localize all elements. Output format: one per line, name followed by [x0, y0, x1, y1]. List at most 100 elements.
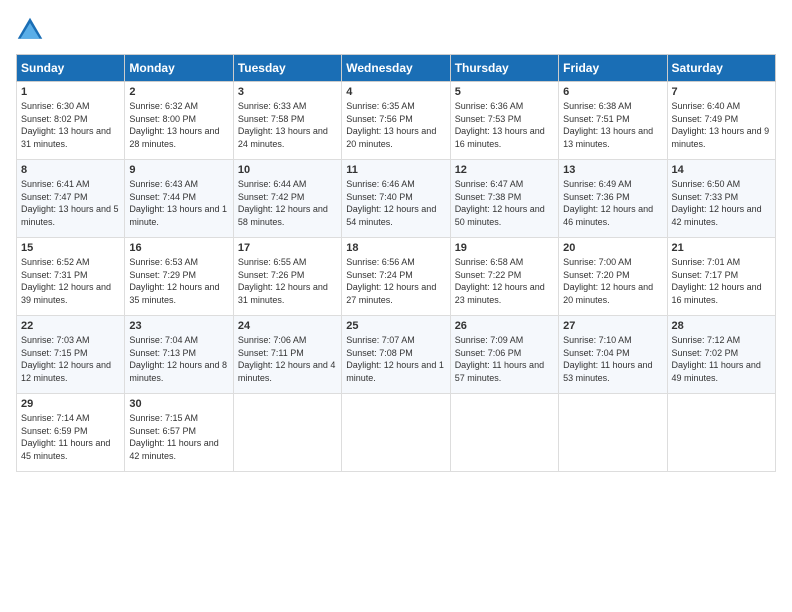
calendar-cell: 28 Sunrise: 7:12 AMSunset: 7:02 PMDayligh… [667, 316, 775, 394]
calendar-cell: 1Sunrise: 6:30 AMSunset: 8:02 PMDaylight… [17, 82, 125, 160]
cell-info: Sunrise: 6:46 AMSunset: 7:40 PMDaylight:… [346, 178, 445, 228]
calendar-cell: 24Sunrise: 7:06 AMSunset: 7:11 PMDayligh… [233, 316, 341, 394]
calendar-cell: 9 Sunrise: 6:43 AMSunset: 7:44 PMDaylight… [125, 160, 233, 238]
calendar-cell [342, 394, 450, 472]
calendar-cell: 4 Sunrise: 6:35 AMSunset: 7:56 PMDaylight… [342, 82, 450, 160]
day-number: 23 [129, 320, 228, 332]
calendar-cell: 27 Sunrise: 7:10 AMSunset: 7:04 PMDayligh… [559, 316, 667, 394]
page-container: SundayMondayTuesdayWednesdayThursdayFrid… [0, 0, 792, 480]
cell-info: Sunrise: 6:47 AMSunset: 7:38 PMDaylight:… [455, 178, 554, 228]
cell-info: Sunrise: 6:41 AMSunset: 7:47 PMDaylight:… [21, 178, 120, 228]
day-number: 16 [129, 242, 228, 254]
calendar-cell: 2Sunrise: 6:32 AMSunset: 8:00 PMDaylight… [125, 82, 233, 160]
cell-info: Sunrise: 6:50 AMSunset: 7:33 PMDaylight:… [672, 178, 771, 228]
cell-info: Sunrise: 6:52 AMSunset: 7:31 PMDaylight:… [21, 256, 120, 306]
logo [16, 16, 48, 44]
calendar-week-5: 29 Sunrise: 7:14 AMSunset: 6:59 PMDayligh… [17, 394, 776, 472]
day-number: 11 [346, 164, 445, 176]
calendar-cell [233, 394, 341, 472]
day-number: 27 [563, 320, 662, 332]
day-number: 14 [672, 164, 771, 176]
cell-info: Sunrise: 6:36 AMSunset: 7:53 PMDaylight:… [455, 100, 554, 150]
calendar-cell: 6 Sunrise: 6:38 AMSunset: 7:51 PMDaylight… [559, 82, 667, 160]
calendar-cell: 7 Sunrise: 6:40 AMSunset: 7:49 PMDaylight… [667, 82, 775, 160]
day-number: 25 [346, 320, 445, 332]
calendar-cell: 26 Sunrise: 7:09 AMSunset: 7:06 PMDayligh… [450, 316, 558, 394]
day-number: 29 [21, 398, 120, 410]
calendar-cell [559, 394, 667, 472]
calendar-cell: 29 Sunrise: 7:14 AMSunset: 6:59 PMDayligh… [17, 394, 125, 472]
col-header-thursday: Thursday [450, 55, 558, 82]
logo-icon [16, 16, 44, 44]
calendar-cell: 18Sunrise: 6:56 AMSunset: 7:24 PMDayligh… [342, 238, 450, 316]
cell-info: Sunrise: 7:07 AMSunset: 7:08 PMDaylight:… [346, 334, 445, 384]
page-header [16, 16, 776, 44]
cell-info: Sunrise: 6:30 AMSunset: 8:02 PMDaylight:… [21, 100, 120, 150]
calendar-table: SundayMondayTuesdayWednesdayThursdayFrid… [16, 54, 776, 472]
cell-info: Sunrise: 7:03 AMSunset: 7:15 PMDaylight:… [21, 334, 120, 384]
cell-info: Sunrise: 7:10 AMSunset: 7:04 PMDaylight:… [563, 334, 662, 384]
col-header-saturday: Saturday [667, 55, 775, 82]
header-row: SundayMondayTuesdayWednesdayThursdayFrid… [17, 55, 776, 82]
cell-info: Sunrise: 6:44 AMSunset: 7:42 PMDaylight:… [238, 178, 337, 228]
calendar-cell [667, 394, 775, 472]
day-number: 4 [346, 86, 445, 98]
calendar-cell: 20 Sunrise: 7:00 AMSunset: 7:20 PMDayligh… [559, 238, 667, 316]
day-number: 2 [129, 86, 228, 98]
calendar-week-2: 8 Sunrise: 6:41 AMSunset: 7:47 PMDaylight… [17, 160, 776, 238]
cell-info: Sunrise: 7:01 AMSunset: 7:17 PMDaylight:… [672, 256, 771, 306]
calendar-cell: 19 Sunrise: 6:58 AMSunset: 7:22 PMDayligh… [450, 238, 558, 316]
calendar-week-3: 15 Sunrise: 6:52 AMSunset: 7:31 PMDayligh… [17, 238, 776, 316]
calendar-cell: 23Sunrise: 7:04 AMSunset: 7:13 PMDayligh… [125, 316, 233, 394]
cell-info: Sunrise: 6:55 AMSunset: 7:26 PMDaylight:… [238, 256, 337, 306]
day-number: 15 [21, 242, 120, 254]
cell-info: Sunrise: 6:49 AMSunset: 7:36 PMDaylight:… [563, 178, 662, 228]
calendar-week-1: 1Sunrise: 6:30 AMSunset: 8:02 PMDaylight… [17, 82, 776, 160]
day-number: 22 [21, 320, 120, 332]
day-number: 7 [672, 86, 771, 98]
cell-info: Sunrise: 6:35 AMSunset: 7:56 PMDaylight:… [346, 100, 445, 150]
col-header-wednesday: Wednesday [342, 55, 450, 82]
cell-info: Sunrise: 7:14 AMSunset: 6:59 PMDaylight:… [21, 412, 120, 462]
calendar-cell: 14 Sunrise: 6:50 AMSunset: 7:33 PMDayligh… [667, 160, 775, 238]
day-number: 26 [455, 320, 554, 332]
day-number: 6 [563, 86, 662, 98]
day-number: 17 [238, 242, 337, 254]
calendar-cell: 12 Sunrise: 6:47 AMSunset: 7:38 PMDayligh… [450, 160, 558, 238]
day-number: 28 [672, 320, 771, 332]
calendar-cell: 13 Sunrise: 6:49 AMSunset: 7:36 PMDayligh… [559, 160, 667, 238]
calendar-cell: 8 Sunrise: 6:41 AMSunset: 7:47 PMDaylight… [17, 160, 125, 238]
day-number: 13 [563, 164, 662, 176]
col-header-tuesday: Tuesday [233, 55, 341, 82]
calendar-cell: 10Sunrise: 6:44 AMSunset: 7:42 PMDayligh… [233, 160, 341, 238]
cell-info: Sunrise: 6:53 AMSunset: 7:29 PMDaylight:… [129, 256, 228, 306]
calendar-cell: 21Sunrise: 7:01 AMSunset: 7:17 PMDayligh… [667, 238, 775, 316]
day-number: 5 [455, 86, 554, 98]
day-number: 19 [455, 242, 554, 254]
calendar-cell: 16 Sunrise: 6:53 AMSunset: 7:29 PMDayligh… [125, 238, 233, 316]
calendar-cell: 5 Sunrise: 6:36 AMSunset: 7:53 PMDaylight… [450, 82, 558, 160]
calendar-cell: 15 Sunrise: 6:52 AMSunset: 7:31 PMDayligh… [17, 238, 125, 316]
cell-info: Sunrise: 7:00 AMSunset: 7:20 PMDaylight:… [563, 256, 662, 306]
day-number: 3 [238, 86, 337, 98]
calendar-cell [450, 394, 558, 472]
calendar-cell: 22 Sunrise: 7:03 AMSunset: 7:15 PMDayligh… [17, 316, 125, 394]
day-number: 9 [129, 164, 228, 176]
day-number: 8 [21, 164, 120, 176]
cell-info: Sunrise: 6:38 AMSunset: 7:51 PMDaylight:… [563, 100, 662, 150]
day-number: 24 [238, 320, 337, 332]
cell-info: Sunrise: 7:15 AMSunset: 6:57 PMDaylight:… [129, 412, 228, 462]
cell-info: Sunrise: 6:58 AMSunset: 7:22 PMDaylight:… [455, 256, 554, 306]
day-number: 12 [455, 164, 554, 176]
calendar-cell: 30 Sunrise: 7:15 AMSunset: 6:57 PMDayligh… [125, 394, 233, 472]
cell-info: Sunrise: 6:56 AMSunset: 7:24 PMDaylight:… [346, 256, 445, 306]
day-number: 30 [129, 398, 228, 410]
cell-info: Sunrise: 7:09 AMSunset: 7:06 PMDaylight:… [455, 334, 554, 384]
calendar-cell: 25 Sunrise: 7:07 AMSunset: 7:08 PMDayligh… [342, 316, 450, 394]
calendar-cell: 11 Sunrise: 6:46 AMSunset: 7:40 PMDayligh… [342, 160, 450, 238]
cell-info: Sunrise: 6:43 AMSunset: 7:44 PMDaylight:… [129, 178, 228, 228]
cell-info: Sunrise: 7:12 AMSunset: 7:02 PMDaylight:… [672, 334, 771, 384]
calendar-week-4: 22 Sunrise: 7:03 AMSunset: 7:15 PMDayligh… [17, 316, 776, 394]
cell-info: Sunrise: 6:40 AMSunset: 7:49 PMDaylight:… [672, 100, 771, 150]
day-number: 20 [563, 242, 662, 254]
